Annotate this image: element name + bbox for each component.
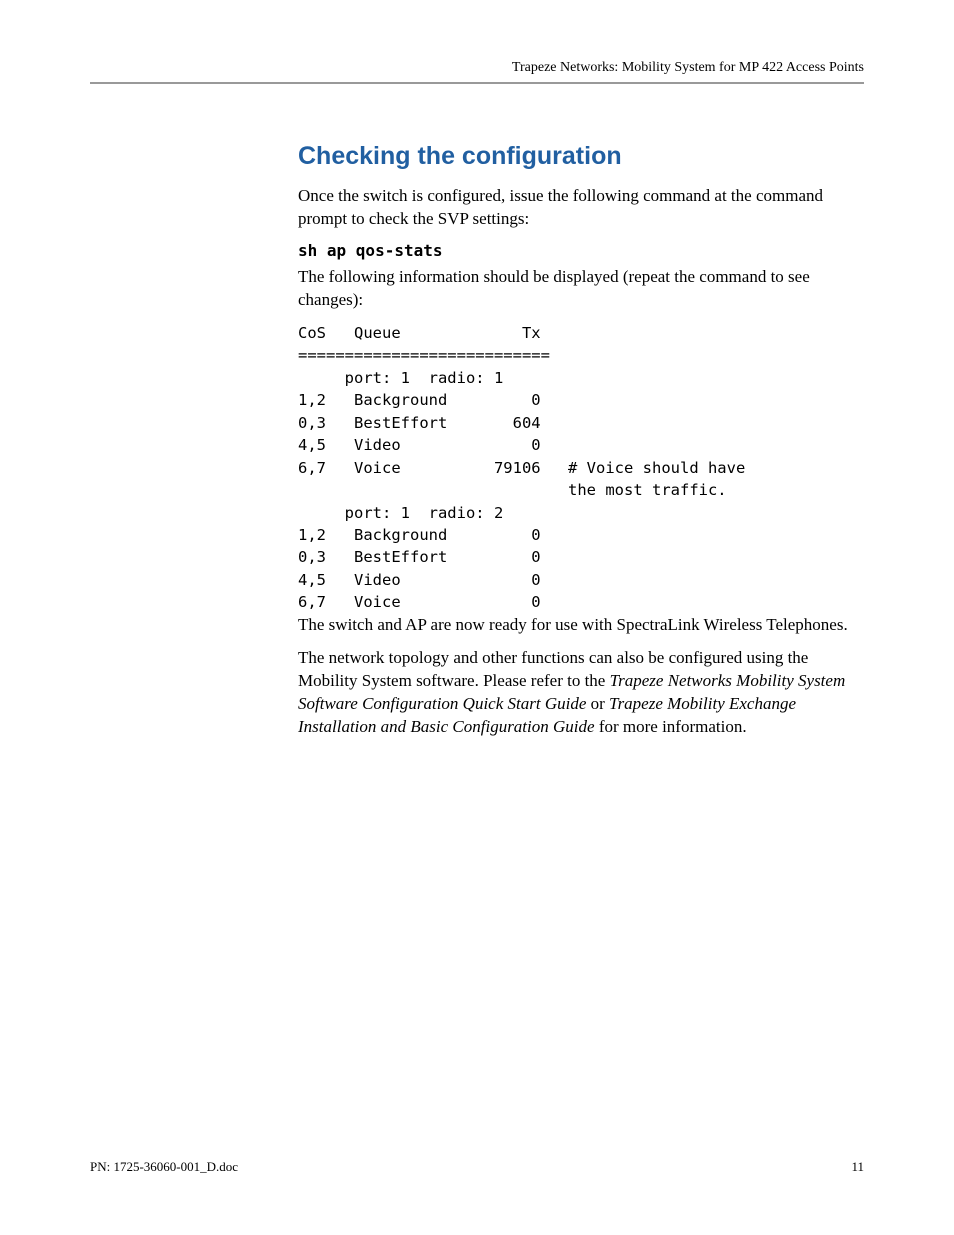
running-header: Trapeze Networks: Mobility System for MP… [90,60,864,84]
annot-cell [568,367,745,389]
footer: PN: 1725-36060-001_D.doc 11 [90,1159,864,1175]
table-row: 0,3 BestEffort 604 [298,412,745,434]
annot-cell [568,389,745,411]
table-row: 1,2 Background 0 [298,524,745,546]
page: Trapeze Networks: Mobility System for MP… [0,0,954,1235]
table-row: 0,3 BestEffort 0 [298,546,745,568]
code-sep-line: =========================== [298,344,568,366]
running-title: Trapeze Networks: Mobility System for MP… [512,60,864,75]
followup-paragraph: The following information should be disp… [298,266,864,312]
code-line: 6,7 Voice 0 [298,591,568,613]
code-line: 6,7 Voice 79106 [298,457,568,502]
section-title: Checking the configuration [298,142,864,171]
text-run: for more information. [595,717,747,736]
annot-cell [568,434,745,456]
code-line: 4,5 Video 0 [298,434,568,456]
table-row: 6,7 Voice 79106 # Voice should have the … [298,457,745,502]
text-run: or [586,694,609,713]
table-row: 6,7 Voice 0 [298,591,745,613]
table-row: port: 1 radio: 2 [298,502,745,524]
table-row: port: 1 radio: 1 [298,367,745,389]
group-header: port: 1 radio: 2 [298,502,568,524]
qos-output: CoS Queue Tx ===========================… [298,322,745,614]
table-row: 4,5 Video 0 [298,434,745,456]
annot-cell [568,569,745,591]
annot-cell [568,591,745,613]
code-header-line: CoS Queue Tx [298,322,568,344]
annot-cell: # Voice should have the most traffic. [568,457,745,502]
code-line: 0,3 BestEffort 0 [298,546,568,568]
after-paragraph-2: The network topology and other functions… [298,647,864,739]
annot-cell [568,502,745,524]
code-line: 1,2 Background 0 [298,524,568,546]
table-row: =========================== [298,344,745,366]
content-area: Checking the configuration Once the swit… [298,142,864,739]
table-row: 1,2 Background 0 [298,389,745,411]
annot-cell [568,344,745,366]
table-row: 4,5 Video 0 [298,569,745,591]
annot-cell [568,412,745,434]
footer-doc-id: PN: 1725-36060-001_D.doc [90,1159,238,1175]
group-header: port: 1 radio: 1 [298,367,568,389]
code-line: 1,2 Background 0 [298,389,568,411]
command-line: sh ap qos-stats [298,241,864,260]
after-paragraph-1: The switch and AP are now ready for use … [298,614,864,637]
footer-page-number: 11 [851,1159,864,1175]
annot-cell [568,546,745,568]
intro-paragraph: Once the switch is configured, issue the… [298,185,864,231]
annot-cell [568,322,745,344]
code-line: 4,5 Video 0 [298,569,568,591]
table-row: CoS Queue Tx [298,322,745,344]
annot-cell [568,524,745,546]
code-line: 0,3 BestEffort 604 [298,412,568,434]
